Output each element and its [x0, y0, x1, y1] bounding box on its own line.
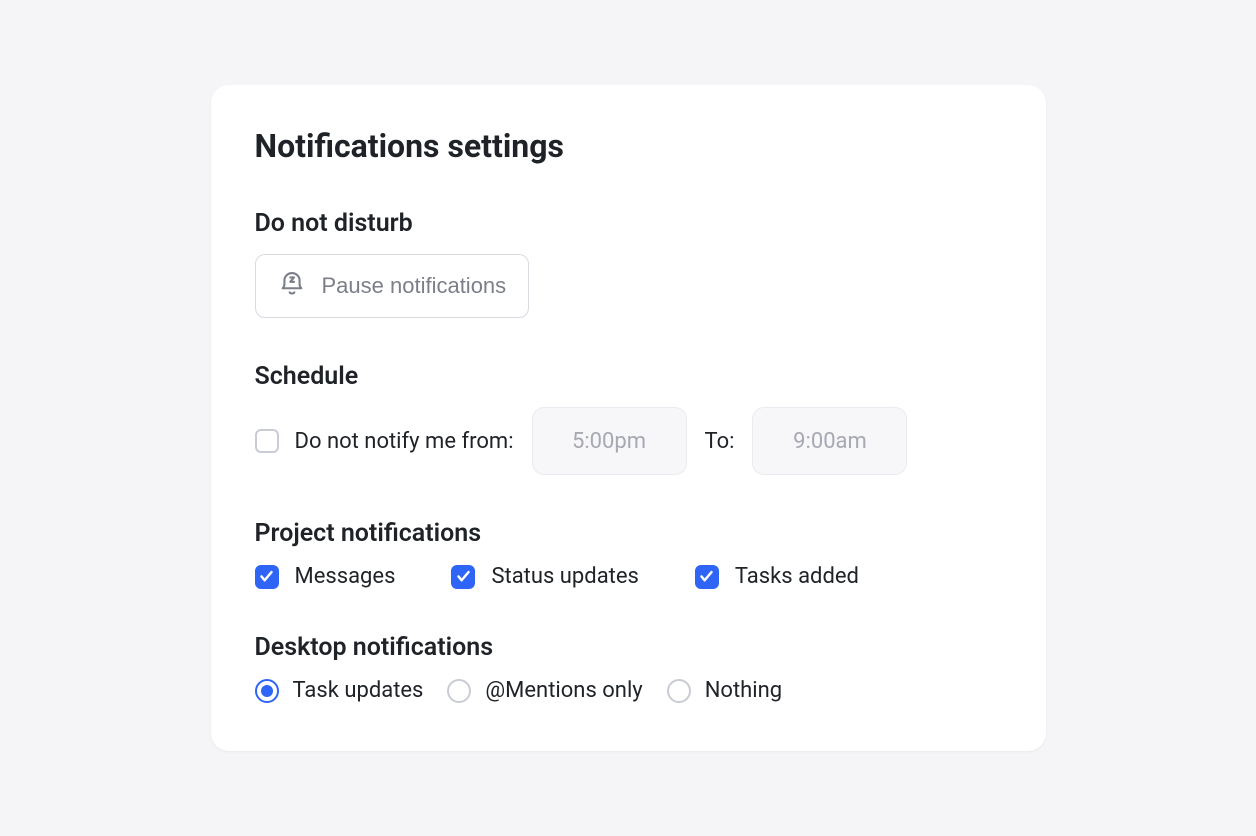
status-updates-checkbox[interactable]	[451, 565, 475, 589]
pause-button-label: Pause notifications	[322, 273, 507, 299]
messages-label: Messages	[295, 564, 396, 589]
section-do-not-disturb: Do not disturb Pause notifications	[255, 209, 1002, 318]
section-project-notifications: Project notifications Messages Status up…	[255, 519, 1002, 589]
tasks-added-checkbox[interactable]	[695, 565, 719, 589]
task-updates-radio[interactable]	[255, 679, 279, 703]
schedule-row: Do not notify me from: To:	[255, 407, 1002, 475]
desktop-option-nothing[interactable]: Nothing	[667, 678, 782, 703]
project-option-status-updates[interactable]: Status updates	[451, 564, 638, 589]
messages-checkbox[interactable]	[255, 565, 279, 589]
mentions-only-radio[interactable]	[447, 679, 471, 703]
nothing-label: Nothing	[705, 678, 782, 703]
page-title: Notifications settings	[255, 127, 1002, 165]
desktop-heading: Desktop notifications	[255, 633, 1002, 662]
section-schedule: Schedule Do not notify me from: To:	[255, 362, 1002, 475]
project-option-tasks-added[interactable]: Tasks added	[695, 564, 859, 589]
schedule-checkbox[interactable]	[255, 429, 279, 453]
desktop-option-task-updates[interactable]: Task updates	[255, 678, 424, 703]
desktop-options-row: Task updates @Mentions only Nothing	[255, 678, 1002, 703]
task-updates-label: Task updates	[293, 678, 424, 703]
schedule-checkbox-label[interactable]: Do not notify me from:	[255, 429, 514, 454]
status-updates-label: Status updates	[491, 564, 638, 589]
project-heading: Project notifications	[255, 519, 1002, 548]
dnd-heading: Do not disturb	[255, 209, 1002, 238]
schedule-checkbox-text: Do not notify me from:	[295, 429, 514, 454]
tasks-added-label: Tasks added	[735, 564, 859, 589]
notifications-settings-card: Notifications settings Do not disturb Pa…	[211, 85, 1046, 751]
pause-notifications-button[interactable]: Pause notifications	[255, 254, 530, 318]
project-options-row: Messages Status updates Tasks added	[255, 564, 1002, 589]
bell-snooze-icon	[278, 269, 306, 303]
schedule-heading: Schedule	[255, 362, 1002, 391]
section-desktop-notifications: Desktop notifications Task updates @Ment…	[255, 633, 1002, 703]
nothing-radio[interactable]	[667, 679, 691, 703]
project-option-messages[interactable]: Messages	[255, 564, 396, 589]
schedule-to-label: To:	[705, 429, 735, 454]
schedule-from-time-input[interactable]	[532, 407, 687, 475]
desktop-option-mentions-only[interactable]: @Mentions only	[447, 678, 642, 703]
schedule-to-time-input[interactable]	[752, 407, 907, 475]
mentions-only-label: @Mentions only	[485, 678, 642, 703]
